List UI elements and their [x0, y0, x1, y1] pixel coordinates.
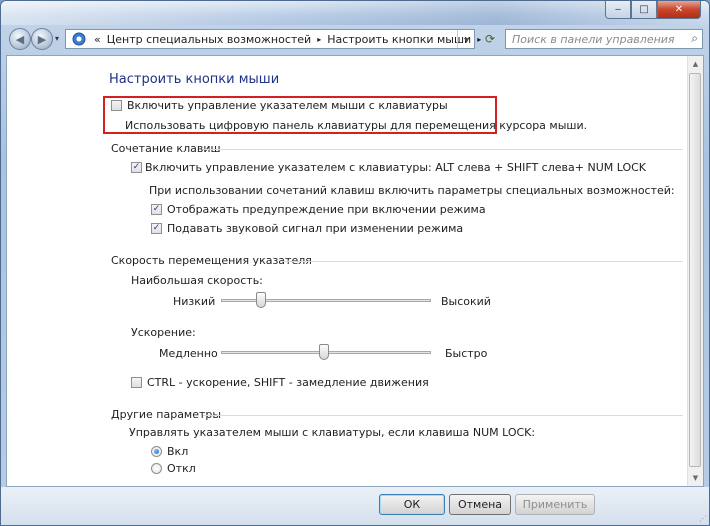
radio-selected-dot	[154, 449, 159, 454]
refresh-icon[interactable]: ⟳	[481, 29, 499, 49]
back-button[interactable]: ◀	[9, 28, 31, 50]
enable-mousekeys-description: Использовать цифровую панель клавиатуры …	[125, 119, 588, 132]
aero-glass	[1, 1, 709, 25]
content-pane: Настроить кнопки мыши Включить управлени…	[6, 55, 704, 487]
page-title: Настроить кнопки мыши	[109, 72, 280, 87]
forward-arrow-icon: ▶	[37, 32, 47, 46]
numlock-on-label[interactable]: Вкл	[167, 445, 188, 458]
enable-mousekeys-checkbox[interactable]	[111, 100, 122, 111]
maximize-button[interactable]: □	[631, 1, 657, 19]
title-bar[interactable]: ‒ □ ✕	[1, 1, 709, 25]
breadcrumb-accessibility-center[interactable]: Центр специальных возможностей	[107, 33, 311, 46]
address-bar[interactable]: « Центр специальных возможностей ▸ Настр…	[65, 29, 481, 49]
address-dropdown-icon[interactable]: ▾	[457, 30, 474, 48]
top-speed-slider-track[interactable]	[221, 299, 431, 302]
cancel-button[interactable]: Отмена	[449, 494, 511, 515]
shortcut-sub-heading: При использовании сочетаний клавиш включ…	[149, 184, 675, 197]
scroll-up-icon[interactable]: ▲	[688, 56, 703, 72]
search-icon[interactable]: ⌕	[691, 31, 698, 46]
navigation-bar: ◀ ▶ ▾ « Центр специальных возможностей ▸…	[1, 25, 709, 53]
numlock-off-radio[interactable]	[151, 463, 162, 474]
close-button[interactable]: ✕	[657, 1, 701, 19]
minimize-button[interactable]: ‒	[605, 1, 631, 19]
control-panel-icon	[72, 32, 86, 46]
numlock-off-label[interactable]: Откл	[167, 462, 196, 475]
recent-pages-dropdown-icon[interactable]: ▾	[55, 34, 59, 43]
hotkey-label[interactable]: Включить управление указателем с клавиат…	[145, 161, 646, 174]
checkmark-icon: ✓	[132, 162, 141, 172]
numlock-on-radio[interactable]	[151, 446, 162, 457]
numlock-label: Управлять указателем мыши с клавиатуры, …	[129, 426, 536, 439]
search-placeholder: Поиск в панели управления	[512, 32, 675, 46]
acceleration-min-label: Медленно	[159, 347, 218, 360]
warning-label[interactable]: Отображать предупреждение при включении …	[167, 203, 486, 216]
checkmark-icon: ✓	[152, 204, 161, 214]
group-divider	[281, 261, 683, 262]
vertical-scrollbar[interactable]: ▲ ▼	[687, 56, 703, 486]
control-panel-window: ‒ □ ✕ ◀ ▶ ▾ « Центр специальных возможно…	[0, 0, 710, 526]
sound-label[interactable]: Подавать звуковой сигнал при изменении р…	[167, 222, 463, 235]
apply-button[interactable]: Применить	[515, 494, 595, 515]
top-speed-max-label: Высокий	[441, 295, 491, 308]
forward-button[interactable]: ▶	[31, 28, 53, 50]
ctrl-shift-label[interactable]: CTRL - ускорение, SHIFT - замедление дви…	[147, 376, 429, 389]
scrollbar-thumb[interactable]	[689, 73, 701, 467]
search-input[interactable]: Поиск в панели управления ⌕	[505, 29, 703, 49]
acceleration-max-label: Быстро	[445, 347, 488, 360]
group-divider	[203, 149, 683, 150]
top-speed-label: Наибольшая скорость:	[131, 274, 263, 287]
ctrl-shift-checkbox[interactable]	[131, 377, 142, 388]
acceleration-slider-thumb[interactable]	[318, 344, 329, 360]
acceleration-label: Ускорение:	[131, 326, 196, 339]
checkmark-icon: ✓	[152, 223, 161, 233]
back-arrow-icon: ◀	[15, 32, 25, 46]
top-speed-slider-thumb[interactable]	[255, 292, 266, 308]
enable-mousekeys-label[interactable]: Включить управление указателем мыши с кл…	[127, 99, 448, 112]
warning-checkbox[interactable]: ✓	[151, 204, 162, 215]
ok-button[interactable]: ОК	[379, 494, 445, 515]
breadcrumb-overflow[interactable]: «	[94, 33, 101, 46]
hotkey-checkbox[interactable]: ✓	[131, 162, 142, 173]
button-bar: ОК Отмена Применить ⋰	[1, 487, 709, 525]
top-speed-min-label: Низкий	[173, 295, 216, 308]
sound-checkbox[interactable]: ✓	[151, 223, 162, 234]
scroll-down-icon[interactable]: ▼	[688, 470, 703, 486]
breadcrumb-mouse-settings[interactable]: Настроить кнопки мыши	[327, 33, 471, 46]
breadcrumb-separator-icon[interactable]: ▸	[317, 35, 321, 44]
window-controls: ‒ □ ✕	[605, 1, 701, 19]
resize-grip-icon[interactable]: ⋰	[699, 514, 707, 523]
group-divider	[203, 415, 683, 416]
